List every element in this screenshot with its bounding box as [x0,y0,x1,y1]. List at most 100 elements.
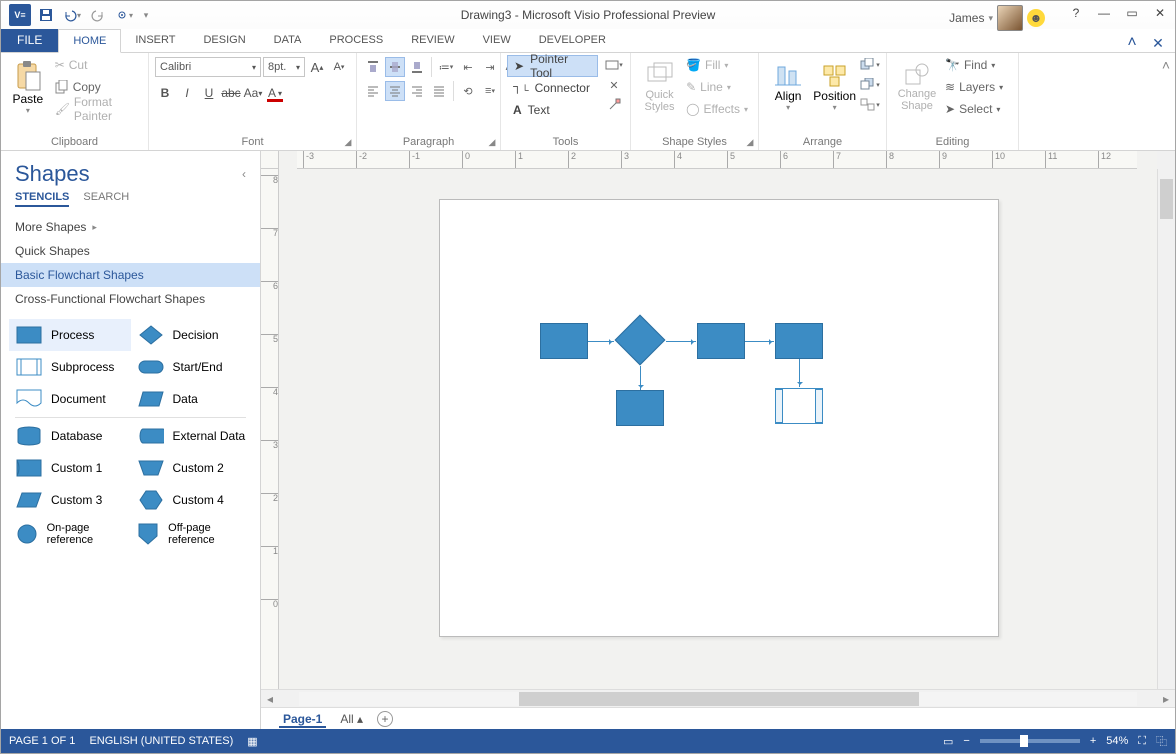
shape-subprocess[interactable]: Subprocess [9,351,131,383]
cut-button[interactable]: ✂Cut [51,55,142,75]
shape-start-end[interactable]: Start/End [131,351,253,383]
align-right-button[interactable] [407,81,427,101]
stencils-tab[interactable]: STENCILS [15,191,69,207]
horizontal-scrollbar[interactable]: ◂ ▸ [261,689,1175,707]
crop-tool-button[interactable]: ✕ [604,75,624,95]
send-back-button[interactable]: ▾ [860,75,880,95]
align-middle-button[interactable] [385,57,405,77]
align-top-button[interactable] [363,57,383,77]
font-dialog-launcher[interactable]: ◢ [342,136,354,148]
collapse-ribbon-arrow[interactable]: ˄ [1157,53,1175,150]
group-button[interactable]: ▾ [860,95,880,115]
fit-width-button[interactable]: ⿻ [1156,733,1167,749]
decrease-font-button[interactable]: A▾ [329,57,349,77]
tab-home[interactable]: HOME [58,29,121,53]
shape-styles-dialog-launcher[interactable]: ◢ [744,136,756,148]
user-avatar[interactable] [997,5,1023,31]
tab-developer[interactable]: DEVELOPER [525,28,620,52]
page-tab-1[interactable]: Page-1 [279,710,326,728]
shape-custom1[interactable]: Custom 1 [9,452,131,484]
language-indicator[interactable]: ENGLISH (UNITED STATES) [89,735,233,747]
connector-tool-button[interactable]: ┐└Connector [507,77,598,99]
feedback-smiley-icon[interactable]: ☻ [1027,9,1045,27]
align-button[interactable]: Align▾ [765,55,811,119]
tab-insert[interactable]: INSERT [121,28,189,52]
select-button[interactable]: ➤Select▾ [941,99,1007,119]
tab-process[interactable]: PROCESS [315,28,397,52]
tab-view[interactable]: VIEW [469,28,525,52]
shape-document[interactable]: Document [9,383,131,415]
zoom-out-button[interactable]: − [963,735,969,747]
tab-data[interactable]: DATA [260,28,316,52]
format-painter-button[interactable]: 🖌Format Painter [51,99,142,119]
drawing-page[interactable] [439,199,999,637]
collapse-pane-button[interactable]: ‹ [242,167,246,181]
pointer-tool-button[interactable]: ➤Pointer Tool [507,55,598,77]
font-color-button[interactable]: A▾ [265,83,285,103]
zoom-level[interactable]: 54% [1106,735,1128,747]
file-tab[interactable]: FILE [1,28,58,52]
change-shape-button[interactable]: Change Shape [893,55,941,119]
connection-point-tool-button[interactable] [604,95,624,115]
touch-mode-button[interactable]: ▾ [113,4,135,26]
zoom-in-button[interactable]: + [1090,735,1096,747]
shape-custom2[interactable]: Custom 2 [131,452,253,484]
increase-indent-button[interactable]: ⇥ [480,57,500,77]
italic-button[interactable]: I [177,83,197,103]
effects-button[interactable]: ◯Effects▾ [682,99,752,119]
save-button[interactable] [35,4,57,26]
canvas-process-1[interactable] [540,323,588,359]
position-button[interactable]: Position▾ [811,55,858,119]
canvas-process-4[interactable] [616,390,664,426]
connector-2[interactable] [666,341,696,342]
page-indicator[interactable]: PAGE 1 OF 1 [9,735,75,747]
find-button[interactable]: 🔭Find▾ [941,55,1007,75]
undo-button[interactable]: ▾ [61,4,83,26]
shape-external-data[interactable]: External Data [131,420,253,452]
zoom-slider[interactable] [980,739,1080,743]
minimize-button[interactable]: — [1091,3,1117,23]
search-tab[interactable]: SEARCH [83,191,129,207]
quick-shapes-item[interactable]: Quick Shapes [1,239,260,263]
font-family-select[interactable]: Calibri▾ [155,57,261,77]
align-left-button[interactable] [363,81,383,101]
rotate-text-button[interactable]: ⟲ [458,81,478,101]
align-bottom-button[interactable] [407,57,427,77]
connector-4[interactable] [640,366,641,390]
more-shapes-item[interactable]: More Shapes▸ [1,215,260,239]
font-size-select[interactable]: 8pt.▾ [263,57,305,77]
shape-decision[interactable]: Decision [131,319,253,351]
canvas-subprocess[interactable] [775,388,823,424]
macro-indicator-icon[interactable]: ▦ [247,735,257,748]
add-page-button[interactable]: + [377,711,393,727]
shape-database[interactable]: Database [9,420,131,452]
paste-button[interactable]: Paste▾ [7,55,49,119]
shape-custom3[interactable]: Custom 3 [9,484,131,516]
customize-qat-button[interactable]: ▾ [139,4,153,26]
shape-custom4[interactable]: Custom 4 [131,484,253,516]
align-center-button[interactable] [385,81,405,101]
increase-font-button[interactable]: A▴ [307,57,327,77]
basic-flowchart-item[interactable]: Basic Flowchart Shapes [1,263,260,287]
justify-button[interactable] [429,81,449,101]
close-button[interactable]: ✕ [1147,3,1173,23]
decrease-indent-button[interactable]: ⇤ [458,57,478,77]
redo-button[interactable] [87,4,109,26]
shape-offpage-ref[interactable]: Off-page reference [131,516,253,552]
strike-button[interactable]: abc [221,83,241,103]
canvas-process-2[interactable] [697,323,745,359]
bring-front-button[interactable]: ▾ [860,55,880,75]
maximize-button[interactable]: ▭ [1119,3,1145,23]
shape-data[interactable]: Data [131,383,253,415]
vertical-scrollbar[interactable] [1157,169,1175,689]
presentation-mode-button[interactable]: ▭ [943,735,953,748]
fit-page-button[interactable]: ⛶ [1138,735,1146,748]
ribbon-close-button[interactable]: ✕ [1149,34,1167,52]
fill-button[interactable]: 🪣Fill▾ [682,55,752,75]
connector-3[interactable] [745,341,774,342]
all-pages-dropdown[interactable]: All ▴ [340,712,363,726]
shape-process[interactable]: Process [9,319,131,351]
canvas-process-3[interactable] [775,323,823,359]
bullets-button[interactable]: ≔▾ [436,57,456,77]
drawing-canvas[interactable] [279,169,1157,689]
